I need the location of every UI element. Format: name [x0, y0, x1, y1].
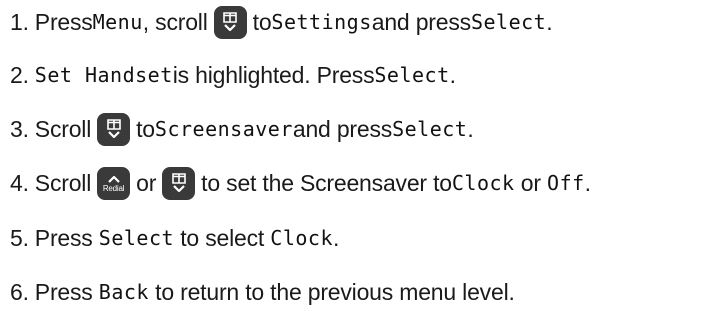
step-text: , scroll: [142, 8, 208, 35]
step-text: .: [467, 115, 474, 142]
redial-key-label: Redial: [102, 183, 125, 193]
display-text-screensaver: Screensaver: [154, 117, 293, 141]
step-text: or: [136, 169, 157, 196]
step-text: .: [584, 169, 591, 196]
display-text-settings: Settings: [271, 10, 372, 34]
step-2: 2. Set Handset is highlighted. Press Sel…: [10, 53, 456, 97]
step-text: Scroll: [34, 169, 92, 196]
phonebook-down-key-icon: [213, 5, 247, 39]
phonebook-down-key-icon: [97, 112, 131, 146]
step-text: to select: [174, 224, 271, 251]
display-text-menu: Menu: [92, 10, 143, 34]
step-6: 6. Press Back to return to the previous …: [10, 270, 515, 314]
step-text: to: [136, 115, 155, 142]
display-text-clock: Clock: [270, 226, 333, 250]
step-5: 5. Press Select to select Clock .: [10, 216, 339, 260]
phonebook-down-key-icon: [162, 166, 196, 200]
display-text-select: Select: [98, 226, 175, 250]
step-number: 3.: [10, 115, 29, 142]
display-text-back: Back: [98, 280, 149, 304]
step-text: and press: [292, 115, 393, 142]
step-text: .: [449, 61, 456, 88]
step-text: to set the Screensaver to: [201, 169, 452, 196]
step-text: and press: [371, 8, 471, 35]
step-number: 4.: [10, 169, 29, 196]
display-text-off: Off: [547, 171, 585, 195]
step-1: 1. Press Menu , scroll to Settings and p…: [10, 0, 553, 44]
display-text-clock: Clock: [451, 171, 515, 195]
step-3: 3. Scroll to Screensaver and press Selec…: [10, 107, 474, 151]
step-number: 2.: [10, 61, 29, 88]
step-text: to: [252, 8, 272, 35]
step-text: .: [546, 8, 553, 35]
display-text-select: Select: [374, 63, 450, 87]
step-text: to return to the previous menu level.: [148, 278, 515, 305]
step-text: Scroll: [34, 115, 92, 142]
step-text: or: [514, 169, 548, 196]
step-text: Press: [34, 8, 93, 35]
step-number: 6.: [10, 278, 29, 305]
step-text: Press: [34, 278, 99, 305]
step-text: is highlighted. Press: [172, 61, 375, 88]
display-text-select: Select: [392, 117, 468, 141]
step-number: 5.: [10, 224, 29, 251]
redial-up-key-icon: Redial: [97, 166, 131, 200]
step-number: 1.: [10, 8, 29, 35]
display-text-set-handset: Set Handset: [34, 63, 173, 87]
step-text: .: [333, 224, 340, 251]
step-text: Press: [34, 224, 99, 251]
step-4: 4. Scroll Redial or to set the Screensav…: [10, 161, 591, 205]
display-text-select: Select: [470, 10, 547, 34]
